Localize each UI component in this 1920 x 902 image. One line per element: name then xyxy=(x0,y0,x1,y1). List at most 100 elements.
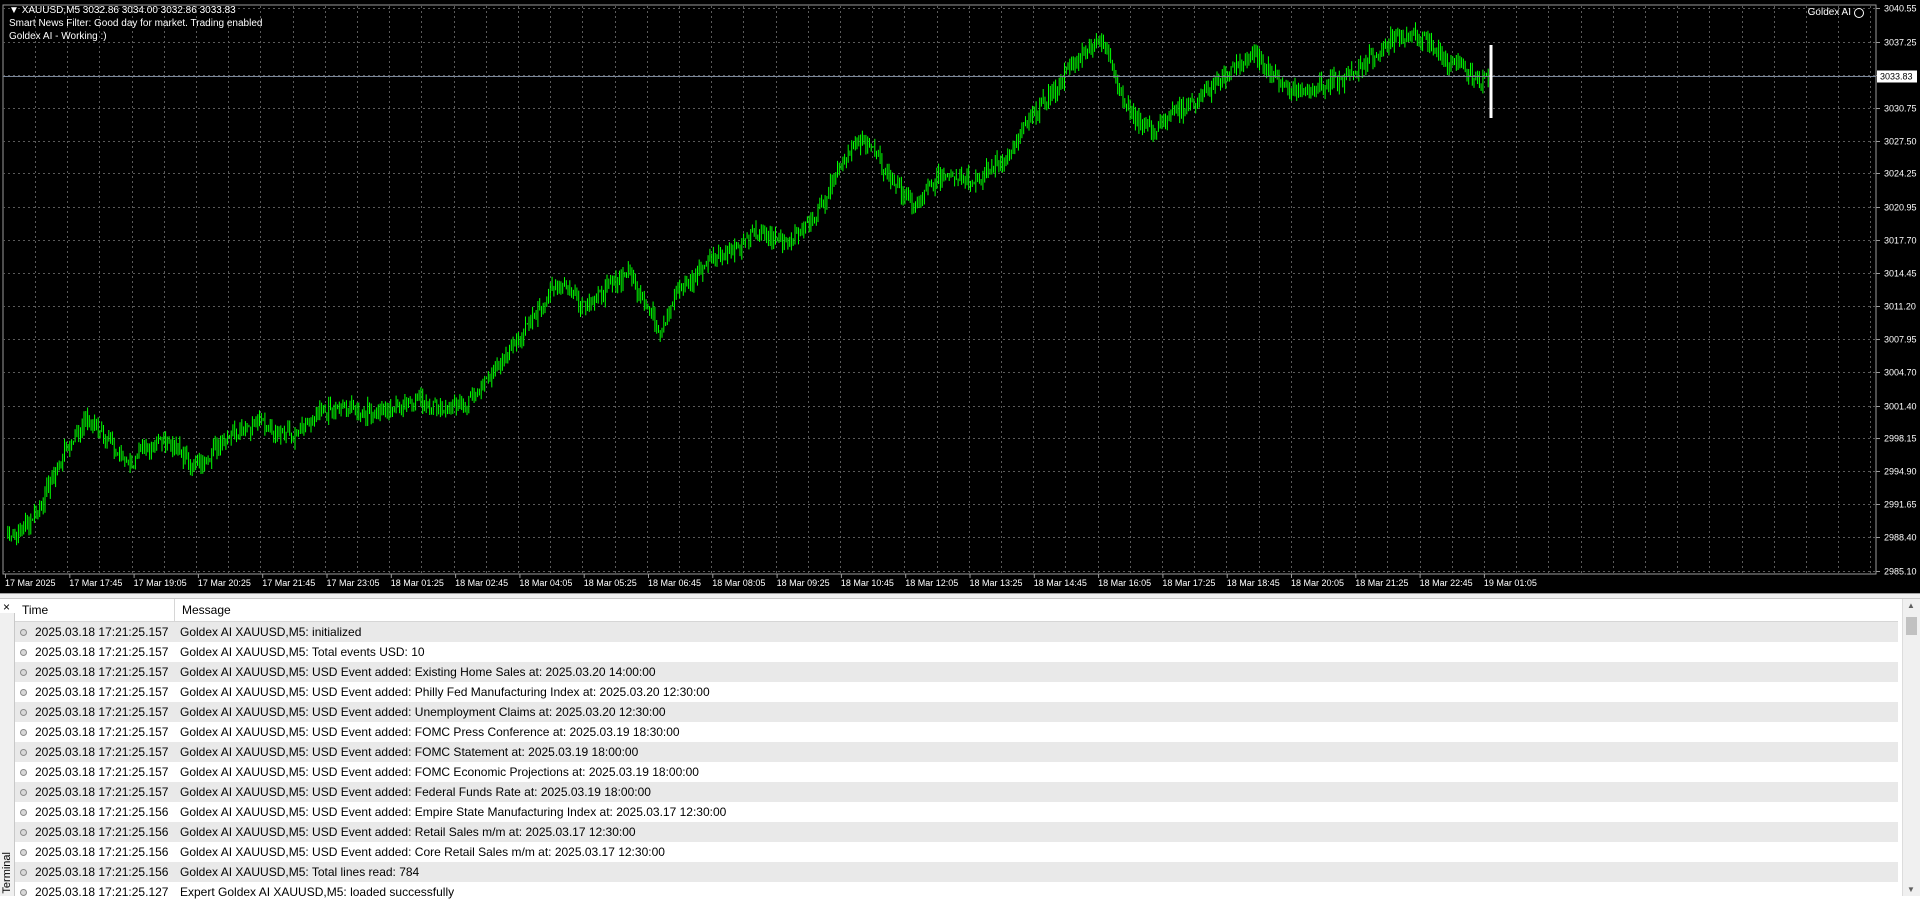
log-level-icon xyxy=(20,728,27,736)
log-time: 2025.03.18 17:21:25.156 xyxy=(35,865,169,879)
x-tick-label: 18 Mar 20:05 xyxy=(1291,578,1344,588)
log-table-header: Time Message xyxy=(15,599,1898,622)
column-header-time[interactable]: Time xyxy=(15,599,175,621)
y-tick-label: 2985.10 xyxy=(1884,567,1917,577)
log-message: Goldex AI XAUUSD,M5: Total events USD: 1… xyxy=(180,645,425,659)
current-price-label: 3033.83 xyxy=(1880,72,1913,82)
log-level-icon xyxy=(20,888,27,896)
x-tick-label: 17 Mar 2025 xyxy=(5,578,56,588)
log-message: Goldex AI XAUUSD,M5: Total lines read: 7… xyxy=(180,865,420,879)
close-icon[interactable]: × xyxy=(3,600,10,614)
y-tick-label: 3027.50 xyxy=(1884,137,1917,147)
x-tick-label: 18 Mar 14:45 xyxy=(1034,578,1087,588)
vertical-scrollbar[interactable]: ▲ ▼ xyxy=(1902,599,1920,896)
chart-canvas[interactable]: 3040.553037.253034.003030.753027.503024.… xyxy=(0,0,1920,593)
x-tick-label: 18 Mar 22:45 xyxy=(1420,578,1473,588)
x-tick-label: 17 Mar 17:45 xyxy=(69,578,122,588)
plot-frame xyxy=(2,4,1877,575)
y-tick-label: 2998.15 xyxy=(1884,434,1917,444)
log-row[interactable]: 2025.03.18 17:21:25.156 Goldex AI XAUUSD,… xyxy=(15,862,1898,882)
scroll-down-icon[interactable]: ▼ xyxy=(1907,885,1915,894)
log-level-icon xyxy=(20,868,27,876)
column-header-message[interactable]: Message xyxy=(175,599,1898,621)
y-tick-label: 3024.25 xyxy=(1884,169,1917,179)
log-row[interactable]: 2025.03.18 17:21:25.156 Goldex AI XAUUSD,… xyxy=(15,822,1898,842)
log-level-icon xyxy=(20,808,27,816)
ea-name: Goldex AI xyxy=(1807,7,1851,18)
x-tick-label: 18 Mar 09:25 xyxy=(777,578,830,588)
log-time: 2025.03.18 17:21:25.157 xyxy=(35,705,169,719)
log-level-icon xyxy=(20,708,27,716)
log-message: Goldex AI XAUUSD,M5: USD Event added: FO… xyxy=(180,765,699,779)
dropdown-arrow-icon[interactable]: ▼ xyxy=(9,5,19,16)
log-message: Goldex AI XAUUSD,M5: USD Event added: Re… xyxy=(180,825,636,839)
x-tick-label: 17 Mar 23:05 xyxy=(327,578,380,588)
log-time: 2025.03.18 17:21:25.127 xyxy=(35,885,169,899)
terminal-panel: × Terminal Time Message 2025.03.18 17:21… xyxy=(0,598,1920,899)
log-row[interactable]: 2025.03.18 17:21:25.157 Goldex AI XAUUSD,… xyxy=(15,762,1898,782)
log-time: 2025.03.18 17:21:25.157 xyxy=(35,625,169,639)
log-row[interactable]: 2025.03.18 17:21:25.157 Goldex AI XAUUSD,… xyxy=(15,722,1898,742)
log-message: Goldex AI XAUUSD,M5: USD Event added: Fe… xyxy=(180,785,651,799)
log-row[interactable]: 2025.03.18 17:21:25.157 Goldex AI XAUUSD,… xyxy=(15,662,1898,682)
log-message: Goldex AI XAUUSD,M5: USD Event added: Un… xyxy=(180,705,666,719)
log-row[interactable]: 2025.03.18 17:21:25.157 Goldex AI XAUUSD,… xyxy=(15,742,1898,762)
y-tick-label: 3004.70 xyxy=(1884,368,1917,378)
x-tick-label: 17 Mar 19:05 xyxy=(134,578,187,588)
smiley-icon xyxy=(1854,7,1864,18)
log-message: Goldex AI XAUUSD,M5: USD Event added: Ex… xyxy=(180,665,656,679)
y-tick-label: 2988.40 xyxy=(1884,533,1917,543)
log-message: Goldex AI XAUUSD,M5: initialized xyxy=(180,625,362,639)
y-tick-label: 2991.65 xyxy=(1884,500,1917,510)
log-row[interactable]: 2025.03.18 17:21:25.127 Expert Goldex AI … xyxy=(15,882,1898,902)
x-tick-label: 18 Mar 06:45 xyxy=(648,578,701,588)
log-level-icon xyxy=(20,688,27,696)
log-time: 2025.03.18 17:21:25.157 xyxy=(35,665,169,679)
log-row[interactable]: 2025.03.18 17:21:25.156 Goldex AI XAUUSD,… xyxy=(15,842,1898,862)
expert-advisor-badge[interactable]: Goldex AI xyxy=(1808,7,1864,18)
log-level-icon xyxy=(20,768,27,776)
x-tick-label: 18 Mar 10:45 xyxy=(841,578,894,588)
log-message: Goldex AI XAUUSD,M5: USD Event added: Co… xyxy=(180,845,665,859)
y-tick-label: 3030.75 xyxy=(1884,104,1917,114)
log-row[interactable]: 2025.03.18 17:21:25.157 Goldex AI XAUUSD,… xyxy=(15,782,1898,802)
log-row[interactable]: 2025.03.18 17:21:25.156 Goldex AI XAUUSD,… xyxy=(15,802,1898,822)
x-tick-label: 18 Mar 01:25 xyxy=(391,578,444,588)
x-tick-label: 18 Mar 04:05 xyxy=(519,578,572,588)
log-time: 2025.03.18 17:21:25.157 xyxy=(35,685,169,699)
log-row[interactable]: 2025.03.18 17:21:25.157 Goldex AI XAUUSD,… xyxy=(15,702,1898,722)
log-message: Expert Goldex AI XAUUSD,M5: loaded succe… xyxy=(180,885,455,899)
log-row[interactable]: 2025.03.18 17:21:25.157 Goldex AI XAUUSD,… xyxy=(15,642,1898,662)
y-tick-label: 3014.45 xyxy=(1884,269,1917,279)
y-tick-label: 3037.25 xyxy=(1884,38,1917,48)
x-tick-label: 18 Mar 05:25 xyxy=(584,578,637,588)
log-level-icon xyxy=(20,748,27,756)
log-level-icon xyxy=(20,848,27,856)
scroll-thumb[interactable] xyxy=(1906,617,1917,635)
symbol-info: ▼ XAUUSD,M5 3032.86 3034.00 3032.86 3033… xyxy=(9,5,236,17)
scroll-up-icon[interactable]: ▲ xyxy=(1907,601,1915,610)
y-tick-label: 3020.95 xyxy=(1884,203,1917,213)
log-time: 2025.03.18 17:21:25.157 xyxy=(35,645,169,659)
y-tick-label: 3007.95 xyxy=(1884,335,1917,345)
log-message: Goldex AI XAUUSD,M5: USD Event added: Ph… xyxy=(180,685,710,699)
log-row[interactable]: 2025.03.18 17:21:25.157 Goldex AI XAUUSD,… xyxy=(15,682,1898,702)
price-chart[interactable]: 3040.553037.253034.003030.753027.503024.… xyxy=(0,0,1920,593)
x-tick-label: 18 Mar 18:45 xyxy=(1227,578,1280,588)
x-tick-label: 18 Mar 08:05 xyxy=(712,578,765,588)
log-time: 2025.03.18 17:21:25.157 xyxy=(35,725,169,739)
log-message: Goldex AI XAUUSD,M5: USD Event added: Em… xyxy=(180,805,727,819)
x-tick-label: 17 Mar 21:45 xyxy=(262,578,315,588)
y-tick-label: 3040.55 xyxy=(1884,4,1917,14)
log-table-body: 2025.03.18 17:21:25.157 Goldex AI XAUUSD,… xyxy=(15,622,1898,902)
x-tick-label: 18 Mar 16:05 xyxy=(1098,578,1151,588)
y-tick-label: 3011.20 xyxy=(1884,302,1916,312)
log-time: 2025.03.18 17:21:25.156 xyxy=(35,845,169,859)
side-tab-label: Terminal xyxy=(1,852,13,894)
x-tick-label: 17 Mar 20:25 xyxy=(198,578,251,588)
x-tick-label: 19 Mar 01:05 xyxy=(1484,578,1537,588)
y-tick-label: 3017.70 xyxy=(1884,236,1917,246)
x-tick-label: 18 Mar 13:25 xyxy=(970,578,1023,588)
log-row[interactable]: 2025.03.18 17:21:25.157 Goldex AI XAUUSD,… xyxy=(15,622,1898,642)
terminal-side-tab[interactable]: Terminal xyxy=(0,613,15,896)
